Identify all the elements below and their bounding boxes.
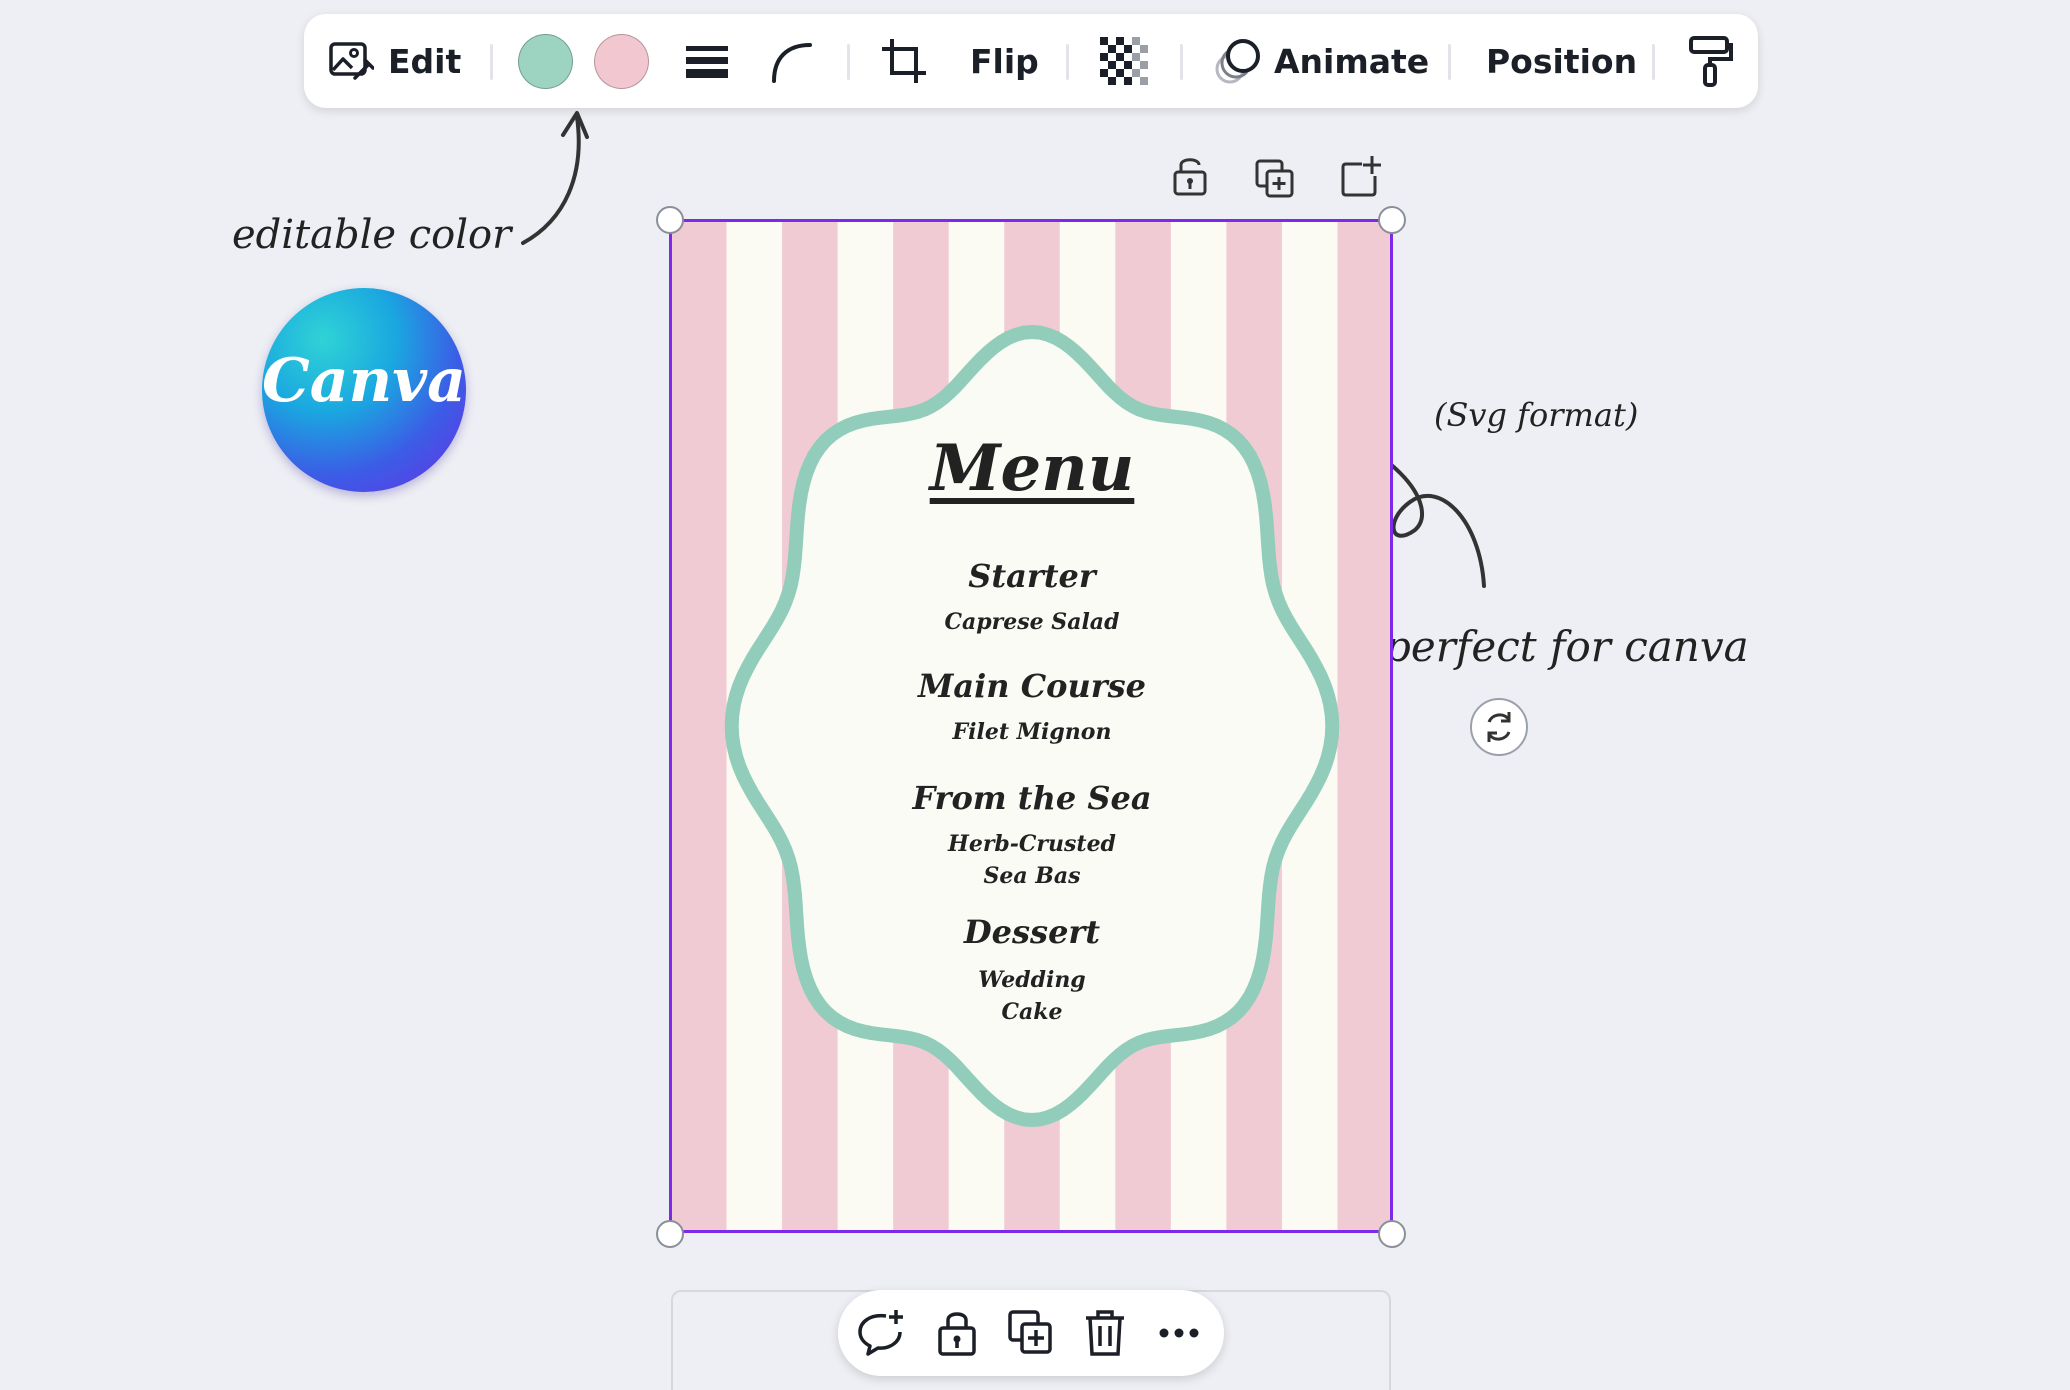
lock-icon[interactable] [932, 1308, 982, 1358]
menu-item: Wedding [978, 967, 1086, 993]
menu-item: Filet Mignon [952, 719, 1112, 745]
canva-logo: Canva [262, 288, 466, 492]
toolbar-divider [847, 44, 850, 80]
crop-icon [882, 39, 926, 83]
resize-handle-bottom-right[interactable] [1378, 1220, 1406, 1248]
bottom-action-bar [838, 1290, 1224, 1376]
menu-item: Sea Bas [983, 863, 1081, 889]
duplicate-icon[interactable] [1006, 1308, 1056, 1358]
menu-title: Menu [929, 431, 1135, 506]
paint-roller-icon [1689, 36, 1733, 87]
section-heading: Dessert [963, 913, 1101, 951]
edit-image-icon [329, 42, 374, 80]
transparency-icon [1100, 37, 1148, 85]
toolbar-divider [1652, 44, 1655, 80]
edit-label: Edit [388, 41, 462, 81]
animate-icon [1215, 39, 1260, 84]
annotation-editable-color: editable color [232, 212, 512, 258]
menu-design[interactable]: Menu Starter Caprese Salad Main Course F… [671, 221, 1393, 1233]
color-swatch-mint[interactable] [518, 34, 573, 89]
lock-icon[interactable] [1170, 154, 1210, 198]
more-icon[interactable] [1154, 1308, 1204, 1358]
resize-handle-top-left[interactable] [656, 206, 684, 234]
add-comment-icon[interactable] [856, 1308, 906, 1358]
element-toolbar: Edit Flip Animate Position [304, 14, 1758, 108]
position-button[interactable]: Position [1486, 14, 1637, 108]
rotate-handle[interactable] [1470, 698, 1528, 756]
animate-label: Animate [1274, 41, 1430, 81]
canva-logo-text: Canva [262, 346, 466, 416]
rotate-icon [1487, 712, 1511, 742]
menu-item: Caprese Salad [944, 609, 1120, 635]
toolbar-divider [490, 44, 493, 80]
resize-handle-top-right[interactable] [1378, 206, 1406, 234]
crop-button[interactable] [880, 14, 928, 108]
annotation-perfect-for-canva: perfect for canva [1384, 622, 1749, 671]
annotation-arrow-color [521, 111, 589, 245]
corner-rounding-button[interactable] [770, 14, 814, 108]
section-heading: Main Course [917, 667, 1147, 705]
section-heading: Starter [968, 557, 1096, 595]
flip-button[interactable]: Flip [970, 14, 1039, 108]
color-swatch-pink[interactable] [594, 34, 649, 89]
toolbar-divider [1180, 44, 1183, 80]
resize-handle-bottom-left[interactable] [656, 1220, 684, 1248]
border-style-button[interactable] [684, 14, 730, 108]
animate-button[interactable]: Animate [1214, 14, 1429, 108]
toolbar-divider [1066, 44, 1069, 80]
trash-icon[interactable] [1080, 1308, 1130, 1358]
position-label: Position [1486, 41, 1638, 81]
corner-rounding-icon [772, 43, 812, 83]
menu-item: Cake [1001, 999, 1063, 1025]
section-heading: From the Sea [912, 779, 1152, 817]
transparency-button[interactable] [1100, 14, 1148, 108]
toolbar-divider [1448, 44, 1451, 80]
edit-button[interactable]: Edit [328, 14, 461, 108]
flip-label: Flip [970, 41, 1039, 81]
duplicate-icon[interactable] [1254, 158, 1296, 200]
menu-item: Herb-Crusted [948, 831, 1116, 857]
add-page-icon[interactable] [1340, 154, 1382, 198]
line-weight-icon [686, 46, 728, 78]
copy-style-button[interactable] [1688, 14, 1734, 108]
